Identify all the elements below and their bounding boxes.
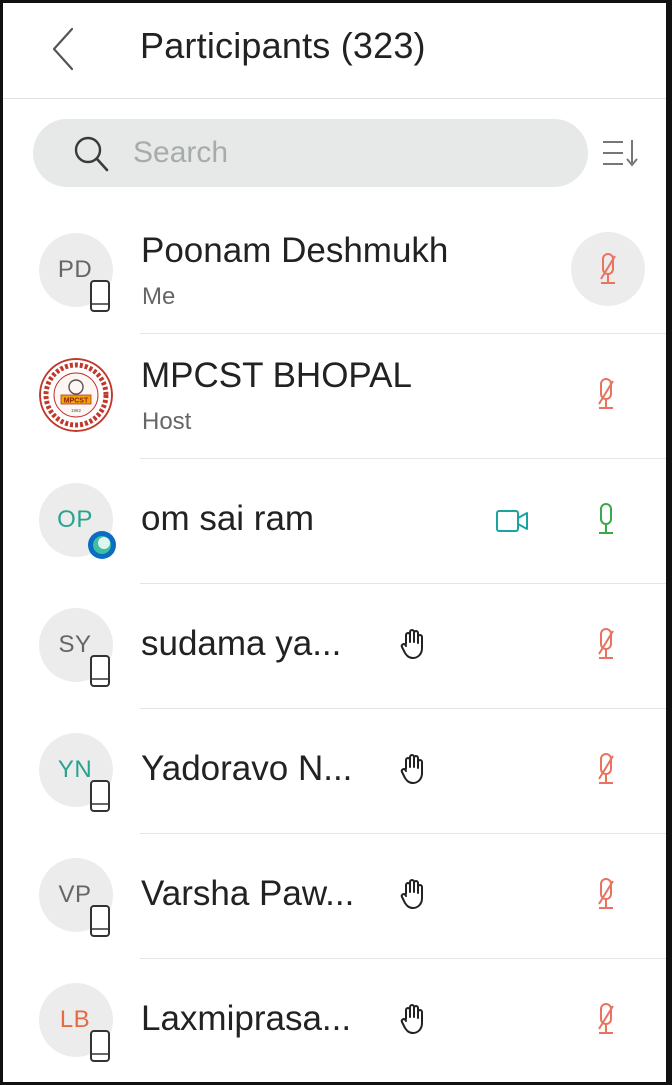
participant-name: sudama ya...	[141, 624, 342, 663]
participant-name: MPCST BHOPAL	[141, 356, 412, 395]
phone-icon	[90, 280, 110, 312]
participant-row[interactable]: LB Laxmiprasa...	[3, 959, 666, 1082]
sort-icon[interactable]	[599, 134, 643, 174]
search-box[interactable]	[33, 119, 588, 187]
search-row	[3, 99, 666, 209]
participant-name: Yadoravo N...	[141, 749, 353, 788]
raised-hand-icon	[400, 629, 423, 659]
muted-mic-icon[interactable]	[597, 252, 619, 286]
muted-mic-icon[interactable]	[595, 877, 617, 911]
chevron-left-icon	[52, 27, 74, 71]
phone-icon	[90, 1030, 110, 1062]
page-title: Participants (323)	[140, 25, 426, 66]
participant-role: Host	[142, 408, 192, 435]
logo-text: MPCST	[64, 398, 89, 405]
participant-name: Varsha Paw...	[141, 874, 355, 913]
logo-year: 1982	[71, 408, 82, 413]
webex-app-icon	[88, 531, 116, 559]
muted-mic-icon[interactable]	[595, 377, 617, 411]
muted-mic-icon[interactable]	[595, 627, 617, 661]
phone-icon	[90, 780, 110, 812]
self-mute-button[interactable]	[571, 232, 645, 306]
avatar: LB	[39, 983, 113, 1062]
header: Participants (323)	[3, 3, 666, 99]
avatar: PD	[39, 233, 113, 312]
avatar: OP	[39, 483, 116, 559]
avatar: VP	[39, 858, 113, 937]
avatar: MPCST 1982	[39, 358, 113, 432]
participant-row[interactable]: SY sudama ya...	[3, 584, 666, 709]
muted-mic-icon[interactable]	[595, 752, 617, 786]
mpcst-logo-icon: MPCST 1982	[39, 358, 113, 432]
participant-row[interactable]: VP Varsha Paw...	[3, 834, 666, 959]
raised-hand-icon	[400, 879, 423, 909]
raised-hand-icon	[400, 754, 423, 784]
participant-row[interactable]: PD Poonam Deshmukh Me	[3, 209, 666, 334]
raised-hand-icon	[400, 1004, 423, 1034]
video-camera-icon[interactable]	[495, 509, 529, 533]
avatar: SY	[39, 608, 113, 687]
phone-icon	[90, 905, 110, 937]
participant-row[interactable]: OP om sai ram	[3, 459, 666, 584]
back-button[interactable]	[39, 21, 87, 77]
search-input[interactable]	[133, 119, 573, 187]
participant-row[interactable]: YN Yadoravo N...	[3, 709, 666, 834]
participant-row[interactable]: MPCST 1982 MPCST BHOPAL Host	[3, 334, 666, 459]
muted-mic-icon[interactable]	[595, 1002, 617, 1036]
participant-name: Poonam Deshmukh	[141, 231, 449, 270]
participant-list: PD Poonam Deshmukh Me MPCST 1982 MPCST BHOPAL…	[3, 209, 666, 1082]
mic-icon[interactable]	[595, 502, 617, 536]
participants-screen: Participants (323) PD Poonam Deshmukh Me MP…	[0, 0, 672, 1085]
participant-name: Laxmiprasa...	[141, 999, 352, 1038]
participant-role: Me	[142, 283, 176, 310]
avatar: YN	[39, 733, 113, 812]
participant-name: om sai ram	[141, 499, 315, 538]
search-icon	[74, 136, 109, 172]
phone-icon	[90, 655, 110, 687]
